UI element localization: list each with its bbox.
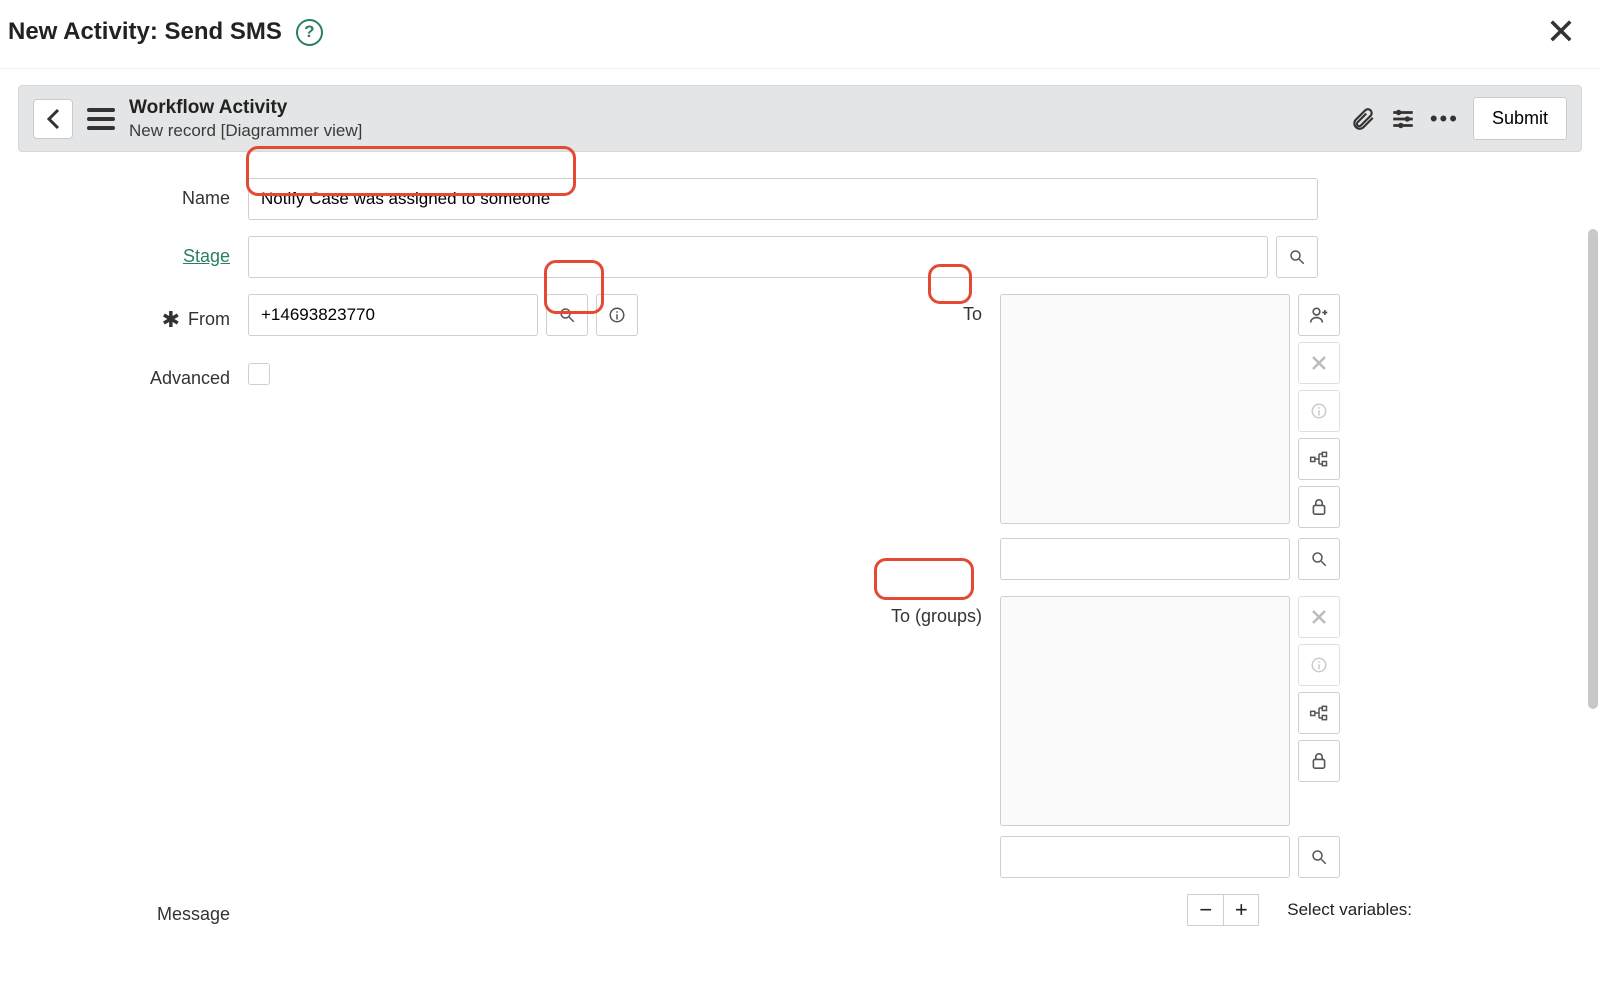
from-input[interactable] bbox=[248, 294, 538, 336]
menu-button[interactable] bbox=[87, 108, 115, 130]
record-title: Workflow Activity bbox=[129, 96, 362, 120]
tree-icon bbox=[1309, 704, 1329, 722]
close-icon[interactable]: ✕ bbox=[1540, 14, 1582, 50]
dialog-header: New Activity: Send SMS ? ✕ bbox=[0, 0, 1600, 69]
person-plus-icon bbox=[1309, 306, 1329, 324]
to-groups-tree-button[interactable] bbox=[1298, 692, 1340, 734]
lock-icon bbox=[1311, 752, 1327, 770]
select-variables-label: Select variables: bbox=[1287, 894, 1412, 920]
settings-icon[interactable] bbox=[1390, 106, 1416, 132]
dialog-title: New Activity: Send SMS bbox=[8, 18, 282, 46]
to-add-me-button[interactable] bbox=[1298, 294, 1340, 336]
search-icon bbox=[1310, 550, 1328, 568]
to-lock-button[interactable] bbox=[1298, 486, 1340, 528]
close-icon bbox=[1311, 609, 1327, 625]
info-icon bbox=[1310, 402, 1328, 420]
chevron-left-icon bbox=[46, 108, 60, 130]
close-icon bbox=[1311, 355, 1327, 371]
search-icon bbox=[1288, 248, 1306, 266]
more-icon[interactable]: ••• bbox=[1430, 106, 1459, 132]
submit-button[interactable]: Submit bbox=[1473, 97, 1567, 140]
to-tree-button[interactable] bbox=[1298, 438, 1340, 480]
dialog-body: Workflow Activity New record [Diagrammer… bbox=[0, 69, 1600, 994]
help-icon[interactable]: ? bbox=[296, 19, 323, 46]
advanced-checkbox[interactable] bbox=[248, 363, 270, 385]
to-groups-info-button[interactable] bbox=[1298, 644, 1340, 686]
to-groups-search-button[interactable] bbox=[1298, 836, 1340, 878]
message-minus-button[interactable]: − bbox=[1187, 894, 1223, 926]
attachment-icon[interactable] bbox=[1350, 106, 1376, 132]
record-toolbar: Workflow Activity New record [Diagrammer… bbox=[18, 85, 1582, 152]
record-titles: Workflow Activity New record [Diagrammer… bbox=[129, 96, 362, 141]
to-remove-button[interactable] bbox=[1298, 342, 1340, 384]
to-search-button[interactable] bbox=[1298, 538, 1340, 580]
message-label: Message bbox=[18, 894, 248, 925]
back-button[interactable] bbox=[33, 99, 73, 139]
from-lookup-button[interactable] bbox=[546, 294, 588, 336]
message-zoom-controls: − + bbox=[1187, 894, 1259, 926]
record-subtitle: New record [Diagrammer view] bbox=[129, 120, 362, 141]
tree-icon bbox=[1309, 450, 1329, 468]
stage-input[interactable] bbox=[248, 236, 1268, 278]
to-label: To bbox=[800, 294, 1000, 325]
to-info-button[interactable] bbox=[1298, 390, 1340, 432]
to-groups-lock-button[interactable] bbox=[1298, 740, 1340, 782]
info-icon bbox=[1310, 656, 1328, 674]
to-listbox[interactable] bbox=[1000, 294, 1290, 524]
to-search-input[interactable] bbox=[1000, 538, 1290, 580]
name-label: Name bbox=[18, 178, 248, 220]
stage-label[interactable]: Stage bbox=[18, 236, 248, 278]
to-groups-label: To (groups) bbox=[800, 596, 1000, 627]
to-groups-listbox[interactable] bbox=[1000, 596, 1290, 826]
search-icon bbox=[1310, 848, 1328, 866]
from-label: ✱ From bbox=[18, 299, 248, 331]
name-input[interactable] bbox=[248, 178, 1318, 220]
to-groups-remove-button[interactable] bbox=[1298, 596, 1340, 638]
message-plus-button[interactable]: + bbox=[1223, 894, 1259, 926]
stage-lookup-button[interactable] bbox=[1276, 236, 1318, 278]
required-icon: ✱ bbox=[162, 309, 180, 331]
scrollbar[interactable] bbox=[1588, 229, 1598, 709]
form: Name Stage ✱ From bbox=[18, 152, 1582, 926]
search-icon bbox=[558, 306, 576, 324]
from-info-button[interactable] bbox=[596, 294, 638, 336]
advanced-label: Advanced bbox=[18, 358, 248, 389]
info-icon bbox=[608, 306, 626, 324]
to-groups-search-input[interactable] bbox=[1000, 836, 1290, 878]
lock-icon bbox=[1311, 498, 1327, 516]
